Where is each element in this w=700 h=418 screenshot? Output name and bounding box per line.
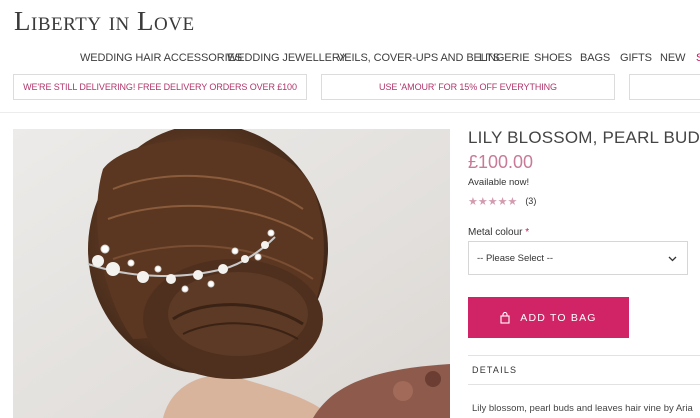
nav-item-new[interactable]: NEW [660,52,685,64]
nav-item-wedding-jewellery[interactable]: WEDDING JEWELLERY [227,52,347,64]
product-image[interactable] [13,129,450,418]
metal-colour-label-text: Metal colour [468,227,523,238]
chevron-down-icon [668,254,677,265]
nav-item-sale[interactable]: S [696,52,700,64]
add-to-bag-label: ADD TO BAG [520,311,597,324]
details-divider-top [468,355,700,356]
nav-item-shoes[interactable]: SHOES [534,52,572,64]
nav-item-gifts[interactable]: GIFTS [620,52,652,64]
details-tab[interactable]: DETAILS [472,365,517,375]
nav-item-lingerie[interactable]: LINGERIE [479,52,530,64]
product-description: Lily blossom, pearl buds and leaves hair… [472,403,693,414]
shopping-bag-icon [500,311,510,324]
required-marker: * [525,227,530,238]
product-rating[interactable]: ★★★★★ (3) [468,195,536,208]
availability-status: Available now! [468,177,530,188]
product-price: £100.00 [468,152,534,172]
promo-third[interactable] [629,74,700,100]
rating-stars-icon: ★★★★★ [468,195,518,208]
product-photo [13,129,450,418]
promo-free-delivery[interactable]: WE'RE STILL DELIVERING! FREE DELIVERY OR… [13,74,307,100]
site-logo[interactable]: Liberty in Love [14,6,195,37]
nav-item-bags[interactable]: BAGS [580,52,610,64]
add-to-bag-button[interactable]: ADD TO BAG [468,297,629,338]
review-count[interactable]: (3) [525,196,536,206]
header-divider [0,112,700,113]
nav-item-veils[interactable]: VEILS, COVER-UPS AND BELTS [337,52,500,64]
nav-item-wedding-hair-accessories[interactable]: WEDDING HAIR ACCESSORIES [80,52,242,64]
promo-discount-code[interactable]: USE 'AMOUR' FOR 15% OFF EVERYTHING [321,74,615,100]
metal-colour-select[interactable]: -- Please Select -- [468,241,688,275]
metal-colour-label: Metal colour * [468,227,529,238]
main-nav: WEDDING HAIR ACCESSORIES WEDDING JEWELLE… [0,52,700,70]
product-title: LILY BLOSSOM, PEARL BUDS A [468,128,700,147]
metal-colour-selected-value: -- Please Select -- [477,252,554,264]
details-divider-bottom [468,384,700,385]
